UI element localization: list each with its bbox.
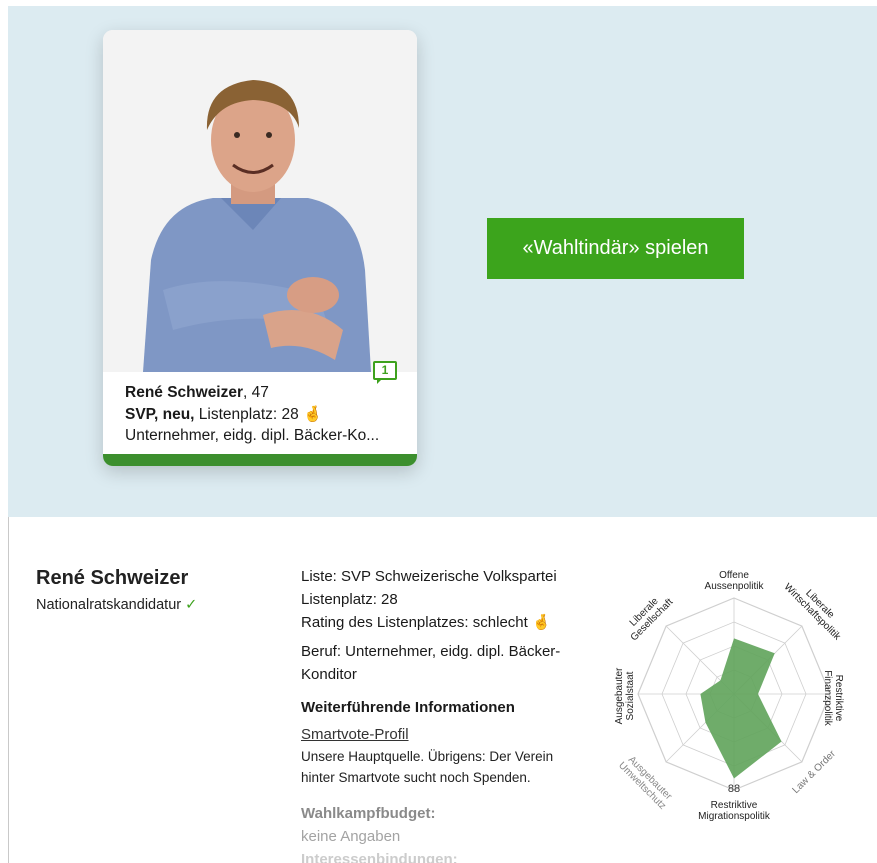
list-name: Liste: SVP Schweizerische Volkspartei — [301, 568, 557, 585]
smartvote-profile-link[interactable]: Smartvote-Profil — [301, 723, 409, 746]
list-place: Listenplatz: 28 — [301, 591, 398, 608]
candidacy-line: Nationalratskandidatur ✓ — [36, 597, 197, 613]
budget-heading: Wahlkampfbudget: — [301, 805, 436, 822]
candidacy-label: Nationalratskandidatur — [36, 597, 182, 613]
axis-label-sozial-1: Ausgebauter — [614, 667, 625, 724]
play-wahltindaer-button[interactable]: «Wahltindär» spielen — [487, 218, 744, 279]
occupation-line-1: Beruf: Unternehmer, eidg. dipl. Bäcker- — [301, 643, 561, 660]
rating: Rating des Listenplatzes: schlecht — [301, 614, 528, 631]
axis-label-restr-fin-2: Finanzpolitik — [822, 670, 833, 727]
candidate-photo — [103, 30, 417, 372]
card-occupation: Unternehmer, eidg. dipl. Bäcker-Ko... — [125, 427, 380, 444]
card-name-line: René Schweizer, 47 — [125, 382, 410, 404]
card-list-place: Listenplatz: 28 — [194, 405, 299, 423]
candidate-details: Liste: SVP Schweizerische Volkspartei Li… — [301, 565, 601, 863]
axis-label-offene-2: Aussenpolitik — [705, 581, 765, 592]
score-label: 88 — [728, 783, 740, 795]
card-party: SVP, neu, — [125, 405, 195, 423]
source-note-line-2: hinter Smartvote sucht noch Spenden. — [301, 770, 531, 785]
budget-value: keine Angaben — [301, 828, 401, 845]
axis-label-law-order: Law & Order — [790, 748, 838, 796]
divider — [8, 517, 9, 863]
further-info-heading: Weiterführende Informationen — [301, 699, 515, 716]
crossed-fingers-icon: 🤞 — [303, 405, 323, 423]
occupation-line-2: Konditor — [301, 666, 357, 683]
card-party-line: SVP, neu, Listenplatz: 28 🤞 — [125, 404, 410, 426]
card-name: René Schweizer — [125, 384, 244, 401]
interests-heading: Interessenbindungen: — [301, 851, 458, 863]
candidate-card[interactable]: 1 René Schweizer, 47 SVP, neu, Listenpla… — [103, 30, 417, 466]
axis-label-restr-mig-2: Migrationspolitik — [698, 811, 771, 822]
source-note-line-1: Unsere Hauptquelle. Übrigens: Der Verein — [301, 749, 554, 764]
rating-line: Rating des Listenplatzes: schlecht 🤞 — [301, 611, 601, 634]
smartspider-chart: Offene Aussenpolitik Liberale Wirtschaft… — [600, 562, 862, 834]
candidate-name: René Schweizer — [36, 567, 189, 589]
axis-label-restr-mig-1: Restriktive — [711, 800, 758, 811]
axis-label-offene-1: Offene — [719, 570, 749, 581]
card-age: , 47 — [243, 384, 269, 401]
card-bottom-bar — [103, 454, 417, 466]
crossed-fingers-icon: 🤞 — [531, 614, 551, 631]
axis-label-sozial-2: Sozialstaat — [625, 671, 636, 720]
check-icon: ✓ — [185, 597, 198, 613]
axis-label-restr-fin-1: Restriktive — [833, 675, 844, 722]
card-info: René Schweizer, 47 SVP, neu, Listenplatz… — [125, 382, 410, 447]
